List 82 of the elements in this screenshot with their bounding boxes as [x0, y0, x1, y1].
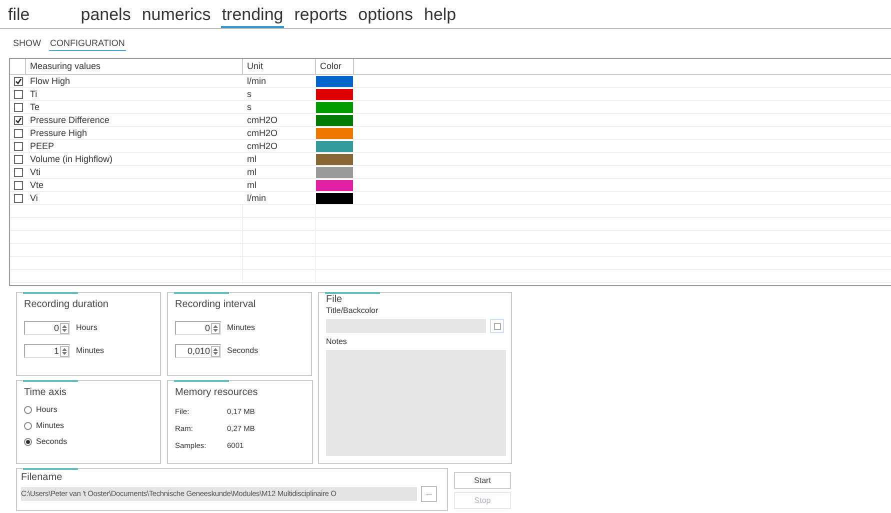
- group-title: Memory resources: [175, 387, 259, 399]
- spinner-arrows-icon[interactable]: [211, 346, 220, 356]
- color-swatch[interactable]: [316, 115, 353, 126]
- spinner-label: Hours: [76, 322, 98, 334]
- checkbox[interactable]: [14, 128, 22, 138]
- table-cell-text: ml: [246, 179, 258, 191]
- table-cell-text: Te: [29, 101, 41, 113]
- action-button[interactable]: Start: [454, 472, 511, 489]
- table-cell-text: Pressure Difference: [29, 114, 110, 126]
- color-swatch[interactable]: [316, 141, 353, 152]
- color-swatch[interactable]: [316, 167, 353, 178]
- tab[interactable]: SHOW: [12, 37, 42, 51]
- radio-button[interactable]: [24, 406, 32, 414]
- table-cell-text: cmH2O: [246, 127, 279, 139]
- checkbox[interactable]: [14, 194, 22, 202]
- group-title: Recording interval: [175, 299, 257, 311]
- menu-item[interactable]: trending: [220, 4, 284, 28]
- checkbox[interactable]: [14, 90, 22, 98]
- radio-label: Hours: [36, 405, 58, 415]
- checkbox[interactable]: [14, 168, 22, 176]
- table-cell-text: Vi: [29, 192, 39, 204]
- field-label: Title/Backcolor: [326, 306, 380, 316]
- menu-item[interactable]: panels: [80, 4, 132, 28]
- number-spinner[interactable]: 0,010: [175, 344, 221, 358]
- color-swatch[interactable]: [316, 76, 353, 87]
- column-header: Unit: [243, 59, 316, 74]
- table-cell-text: s: [246, 88, 252, 100]
- table-cell-text: cmH2O: [246, 140, 279, 152]
- spinner-arrows-icon[interactable]: [60, 322, 69, 334]
- color-swatch[interactable]: [316, 154, 353, 165]
- table-cell-text: PEEP: [29, 140, 56, 152]
- checkbox[interactable]: [14, 102, 22, 112]
- radio-label: Minutes: [36, 421, 64, 431]
- table-cell-text: s: [246, 101, 252, 113]
- spinner-label: Minutes: [227, 322, 256, 334]
- group-title: File: [326, 294, 344, 306]
- table-cell-text: Flow High: [29, 75, 72, 87]
- menu-item[interactable]: numerics: [140, 4, 212, 28]
- column-header: Color: [316, 59, 354, 74]
- checkbox[interactable]: [14, 180, 22, 190]
- menu-item[interactable]: reports: [293, 4, 348, 28]
- spinner-label: Minutes: [76, 345, 104, 357]
- color-swatch[interactable]: [316, 128, 353, 139]
- radio-button[interactable]: [24, 422, 32, 430]
- table-cell-text: Ti: [29, 88, 38, 100]
- table-cell-text: Volume (in Highflow): [29, 153, 114, 165]
- spinner-arrows-icon[interactable]: [211, 322, 220, 334]
- color-swatch[interactable]: [316, 102, 353, 113]
- group-title: Filename: [21, 472, 64, 484]
- number-spinner[interactable]: 1: [24, 344, 70, 358]
- menu-item[interactable]: file: [7, 4, 31, 28]
- table-cell-text: Vti: [29, 166, 42, 178]
- checkbox[interactable]: [14, 154, 22, 164]
- menu-item[interactable]: help: [423, 4, 458, 28]
- color-swatch[interactable]: [316, 193, 353, 204]
- color-picker-button[interactable]: [490, 319, 504, 333]
- radio-button[interactable]: [24, 438, 32, 446]
- table-cell-text: ml: [246, 153, 258, 165]
- spinner-label: Seconds: [227, 345, 258, 357]
- number-spinner[interactable]: 0: [24, 321, 70, 335]
- checkbox[interactable]: [14, 116, 22, 124]
- number-spinner[interactable]: 0: [175, 321, 221, 335]
- input-field[interactable]: [326, 319, 486, 333]
- table-cell-text: ml: [246, 166, 258, 178]
- table-cell-text: cmH2O: [246, 114, 279, 126]
- table-cell-text: Vte: [29, 179, 45, 191]
- color-swatch[interactable]: [316, 89, 353, 100]
- radio-label: Seconds: [36, 437, 68, 447]
- field-label: Notes: [326, 337, 348, 347]
- group-title: Time axis: [24, 387, 68, 399]
- table-cell-text: l/min: [246, 192, 268, 204]
- tab[interactable]: CONFIGURATION: [49, 37, 126, 51]
- checkbox[interactable]: [14, 76, 22, 86]
- checkbox[interactable]: [14, 142, 22, 150]
- color-swatch[interactable]: [316, 180, 353, 191]
- column-header: Measuring values: [26, 59, 243, 74]
- table-cell-text: Pressure High: [29, 127, 88, 139]
- table-cell-text: l/min: [246, 75, 268, 87]
- group-title: Recording duration: [24, 299, 110, 311]
- notes-field[interactable]: [326, 350, 506, 456]
- spinner-arrows-icon[interactable]: [60, 346, 69, 356]
- menu-item[interactable]: options: [357, 4, 414, 28]
